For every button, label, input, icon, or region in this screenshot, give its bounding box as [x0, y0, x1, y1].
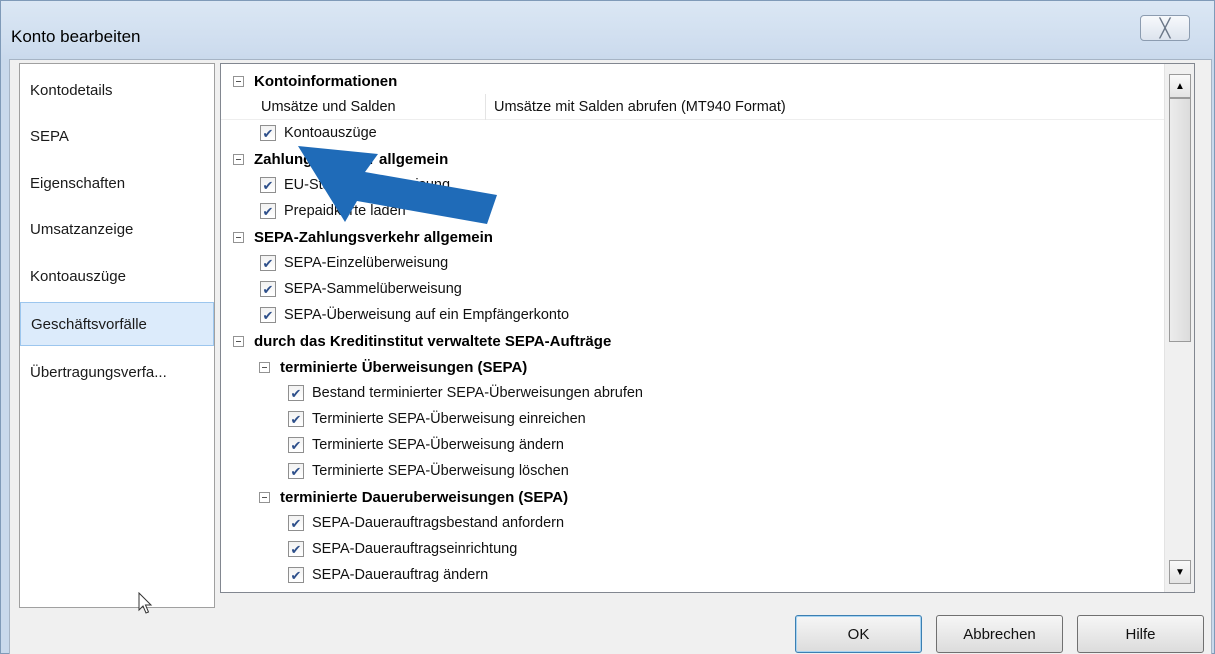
close-button[interactable]: ╳	[1140, 15, 1190, 41]
checkmark-icon[interactable]: ✔	[260, 307, 276, 323]
tree-item-row[interactable]: ✔ Prepaidkarte laden	[221, 198, 1164, 224]
sidebar-item-umsatzanzeige[interactable]: Umsatzanzeige	[20, 207, 214, 251]
group-sepa-zahlungsverkehr: SEPA-Zahlungsverkehr allgemein	[254, 228, 493, 246]
tree-group-row[interactable]: durch das Kreditinstitut verwaltete SEPA…	[221, 328, 1164, 354]
mouse-pointer-icon	[138, 592, 153, 614]
item-label: Terminierte SEPA-Überweisung ändern	[312, 437, 564, 453]
tree-group-row[interactable]: Zahlungsverkehr allgemein	[221, 146, 1164, 172]
checkmark-icon[interactable]: ✔	[260, 281, 276, 297]
title-bar: Konto bearbeiten ╳	[1, 1, 1214, 59]
property-row[interactable]: Umsätze und Salden Umsätze mit Salden ab…	[221, 94, 1164, 120]
scroll-thumb[interactable]	[1169, 98, 1191, 342]
group-kreditinstitut-sepa: durch das Kreditinstitut verwaltete SEPA…	[254, 332, 612, 350]
item-label: Kontoauszüge	[284, 125, 377, 141]
business-transactions-tree: Kontoinformationen Umsätze und Salden Um…	[220, 63, 1195, 593]
checkmark-icon[interactable]: ✔	[288, 463, 304, 479]
item-label: SEPA-Dauerauftragseinrichtung	[312, 541, 518, 557]
checkmark-icon[interactable]: ✔	[288, 567, 304, 583]
tree-subgroup-row[interactable]: terminierte Überweisungen (SEPA)	[221, 354, 1164, 380]
tree-subgroup-row[interactable]: terminierte Daueruberweisungen (SEPA)	[221, 484, 1164, 510]
tree-item-row[interactable]: ✔ Terminierte SEPA-Überweisung ändern	[221, 432, 1164, 458]
collapse-icon[interactable]	[233, 231, 244, 243]
item-label: Bestand terminierter SEPA-Überweisungen …	[312, 385, 643, 401]
dialog-window: Konto bearbeiten ╳ Kontodetails SEPA Eig…	[0, 0, 1215, 654]
window-title: Konto bearbeiten	[11, 27, 141, 46]
item-label: SEPA-Dauerauftragsbestand anfordern	[312, 515, 565, 531]
checkmark-icon[interactable]: ✔	[260, 177, 276, 193]
scroll-down-button[interactable]: ▼	[1169, 560, 1191, 584]
tree-item-row[interactable]: ✔ SEPA-Dauerauftragsbestand anfordern	[221, 510, 1164, 536]
checkmark-icon[interactable]: ✔	[260, 203, 276, 219]
tree-item-row[interactable]: ✔ EU-Standardüberweisung	[221, 172, 1164, 198]
tree-item-row[interactable]: ✔ Bestand terminierter SEPA-Überweisunge…	[221, 380, 1164, 406]
sidebar-item-geschaeftsvorfaelle[interactable]: Geschäftsvorfälle	[20, 302, 214, 346]
tree-item-row[interactable]: ✔ SEPA-Überweisung auf ein Empfängerkont…	[221, 302, 1164, 328]
checkmark-icon[interactable]: ✔	[288, 541, 304, 557]
help-button[interactable]: Hilfe	[1077, 615, 1204, 653]
tree-item-row[interactable]: ✔ SEPA-Dauerauftrag ändern	[221, 562, 1164, 588]
arrow-down-icon: ▼	[1175, 566, 1185, 578]
dialog-client-area: Kontodetails SEPA Eigenschaften Umsatzan…	[9, 59, 1212, 654]
item-label: SEPA-Dauerauftrag ändern	[312, 567, 489, 583]
group-terminierte-dauerueberweisungen: terminierte Daueruberweisungen (SEPA)	[280, 488, 569, 506]
property-value[interactable]: Umsätze mit Salden abrufen (MT940 Format…	[494, 99, 786, 115]
checkmark-icon[interactable]: ✔	[288, 437, 304, 453]
item-label: Terminierte SEPA-Überweisung einreichen	[312, 411, 586, 427]
collapse-icon[interactable]	[233, 335, 244, 347]
collapse-icon[interactable]	[233, 153, 244, 165]
sidebar-item-eigenschaften[interactable]: Eigenschaften	[20, 161, 214, 205]
item-label: Prepaidkarte laden	[284, 203, 406, 219]
group-zahlungsverkehr: Zahlungsverkehr allgemein	[254, 150, 449, 168]
category-sidebar: Kontodetails SEPA Eigenschaften Umsatzan…	[19, 63, 215, 614]
property-name: Umsätze und Salden	[261, 98, 396, 115]
item-label: SEPA-Sammelüberweisung	[284, 281, 462, 297]
property-divider	[485, 94, 486, 120]
tree-group-row[interactable]: SEPA-Zahlungsverkehr allgemein	[221, 224, 1164, 250]
collapse-icon[interactable]	[259, 361, 270, 373]
checkmark-icon[interactable]: ✔	[260, 125, 276, 141]
tree-item-row[interactable]: ✔ SEPA-Einzelüberweisung	[221, 250, 1164, 276]
checkmark-icon[interactable]: ✔	[260, 255, 276, 271]
tree-group-row[interactable]: Kontoinformationen	[221, 68, 1164, 94]
collapse-icon[interactable]	[259, 491, 270, 503]
checkmark-icon[interactable]: ✔	[288, 385, 304, 401]
vertical-scrollbar[interactable]: ▲ ▼	[1164, 64, 1194, 592]
item-label: Terminierte SEPA-Überweisung löschen	[312, 463, 569, 479]
item-label: SEPA-Überweisung auf ein Empfängerkonto	[284, 307, 570, 323]
tree-item-row[interactable]: ✔ SEPA-Sammelüberweisung	[221, 276, 1164, 302]
checkmark-icon[interactable]: ✔	[288, 515, 304, 531]
sidebar-item-kontoauszuege[interactable]: Kontoauszüge	[20, 254, 214, 298]
sidebar-item-kontodetails[interactable]: Kontodetails	[20, 68, 214, 112]
close-icon: ╳	[1159, 17, 1171, 38]
tree-item-row[interactable]: ✔ Terminierte SEPA-Überweisung löschen	[221, 458, 1164, 484]
collapse-icon[interactable]	[233, 75, 244, 87]
item-label: EU-Standardüberweisung	[284, 177, 451, 193]
cancel-button[interactable]: Abbrechen	[936, 615, 1063, 653]
arrow-up-icon: ▲	[1175, 80, 1185, 92]
checkmark-icon[interactable]: ✔	[288, 411, 304, 427]
group-kontoinformationen: Kontoinformationen	[254, 72, 398, 90]
tree-item-row[interactable]: ✔ Terminierte SEPA-Überweisung einreiche…	[221, 406, 1164, 432]
ok-button[interactable]: OK	[795, 615, 922, 653]
scroll-up-button[interactable]: ▲	[1169, 74, 1191, 98]
tree-item-row[interactable]: ✔ Kontoauszüge	[221, 120, 1164, 146]
sidebar-item-sepa[interactable]: SEPA	[20, 114, 214, 158]
group-terminierte-ueberweisungen: terminierte Überweisungen (SEPA)	[280, 358, 528, 376]
item-label: SEPA-Einzelüberweisung	[284, 255, 449, 271]
sidebar-item-uebertragungsverfahren[interactable]: Übertragungsverfa...	[20, 350, 214, 394]
tree-item-row[interactable]: ✔ SEPA-Dauerauftragseinrichtung	[221, 536, 1164, 562]
